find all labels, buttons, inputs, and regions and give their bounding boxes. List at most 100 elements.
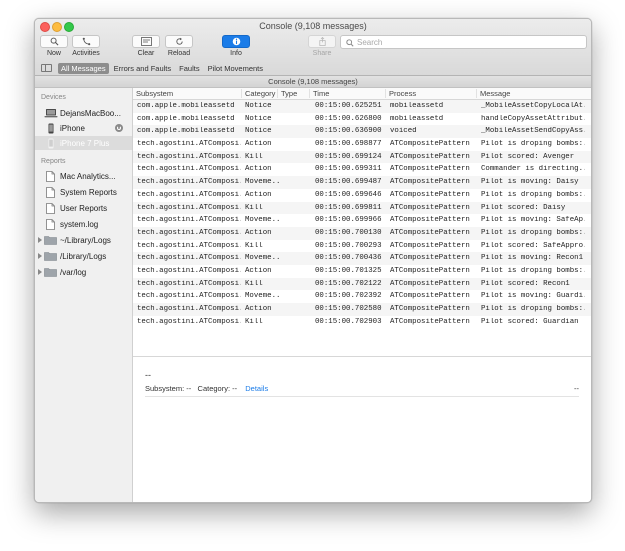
table-row[interactable]: tech.agostini.ATComposi... Kill 00:15:00.7… xyxy=(133,277,591,291)
category-cell: Moveme... xyxy=(245,292,279,301)
category-cell: Action xyxy=(245,305,272,313)
column-header-type[interactable]: Type xyxy=(277,89,297,98)
sidebar-item-mac-analytics[interactable]: Mac Analytics... xyxy=(35,169,132,183)
time-cell: 00:15:00.699646 xyxy=(315,190,382,199)
table-row[interactable]: tech.agostini.ATComposi... Kill 00:15:00.6… xyxy=(133,201,591,215)
category-cell: Action xyxy=(245,190,272,199)
table-row[interactable]: com.apple.mobileassetd Notice 00:15:00.626… xyxy=(133,113,591,126)
reload-icon xyxy=(175,37,183,45)
table-row[interactable]: tech.agostini.ATComposi... Moveme... 00:15… xyxy=(133,290,591,303)
category-cell: Action xyxy=(245,140,272,149)
sidebar-item-library-logs[interactable]: /Library/Logs xyxy=(35,249,132,263)
detail-divider xyxy=(145,396,579,397)
titlebar: Console (9,108 messages) Now Activities … xyxy=(35,19,591,76)
message-cell: handleCopyAssetAttribut... xyxy=(481,114,585,123)
filter-errors-and-faults[interactable]: Errors and Faults xyxy=(111,63,175,74)
table-row[interactable]: tech.agostini.ATComposi... Kill 00:15:00.7… xyxy=(133,316,591,329)
time-cell: 00:15:00.701325 xyxy=(315,266,382,275)
message-cell: Pilot is moving: Daisy xyxy=(481,178,579,187)
sidebar-item-label: /Library/Logs xyxy=(60,251,107,261)
process-cell: mobileassetd xyxy=(390,114,444,123)
details-link[interactable]: Details xyxy=(245,384,268,393)
subsystem-cell: tech.agostini.ATComposi... xyxy=(137,241,241,250)
column-header-category[interactable]: Category xyxy=(241,89,275,98)
time-cell: 00:15:00.702580 xyxy=(315,305,382,313)
document-icon xyxy=(46,202,55,214)
category-cell: Kill xyxy=(245,241,263,250)
table-row[interactable]: tech.agostini.ATComposi... Action 00:15:00… xyxy=(133,303,591,316)
process-cell: ATCompositePattern xyxy=(390,266,470,275)
category-cell: Action xyxy=(245,228,272,237)
reload-button[interactable] xyxy=(165,35,193,48)
search-field[interactable] xyxy=(340,35,587,49)
subsystem-cell: tech.agostini.ATComposi... xyxy=(137,254,241,263)
process-cell: voiced xyxy=(390,127,417,136)
sidebar-toggle-icon[interactable] xyxy=(41,64,52,72)
sidebar-item-label: Mac Analytics... xyxy=(60,171,116,181)
sidebar-item-mac[interactable]: DejansMacBoo... xyxy=(35,106,132,120)
clear-button[interactable] xyxy=(132,35,160,48)
now-button[interactable] xyxy=(40,35,68,48)
time-cell: 00:15:00.636900 xyxy=(315,127,382,136)
subsystem-label: Subsystem: xyxy=(145,384,185,393)
filter-all-messages[interactable]: All Messages xyxy=(58,62,109,74)
subsystem-cell: tech.agostini.ATComposi... xyxy=(137,266,241,275)
info-icon xyxy=(232,37,240,46)
table-row[interactable]: tech.agostini.ATComposi... Action 00:15:00… xyxy=(133,226,591,240)
disclosure-triangle-icon[interactable] xyxy=(38,269,42,275)
process-cell: ATCompositePattern xyxy=(390,254,470,263)
table-row[interactable]: tech.agostini.ATComposi... Action 00:15:00… xyxy=(133,189,591,202)
time-cell: 00:15:00.699811 xyxy=(315,203,382,212)
sidebar-item-iphone[interactable]: iPhone xyxy=(35,121,132,135)
table-row[interactable]: tech.agostini.ATComposi... Kill 00:15:00.7… xyxy=(133,240,591,253)
sidebar-item-label: iPhone 7 Plus xyxy=(60,138,110,148)
activities-button[interactable] xyxy=(72,35,100,48)
folder-icon xyxy=(44,268,57,277)
table-row[interactable]: tech.agostini.ATComposi... Action 00:15:00… xyxy=(133,138,591,151)
folder-icon xyxy=(44,236,57,245)
sidebar-item-user-reports[interactable]: User Reports xyxy=(35,201,132,215)
sidebar-item-system-reports[interactable]: System Reports xyxy=(35,185,132,199)
message-cell: _MobileAssetSendCopyAss... xyxy=(481,127,585,136)
message-cell: Pilot is moving: Recon1 xyxy=(481,254,584,263)
table-row[interactable]: tech.agostini.ATComposi... Kill 00:15:00.6… xyxy=(133,150,591,164)
message-cell: Pilot scored: Guardian xyxy=(481,317,579,326)
disclosure-triangle-icon[interactable] xyxy=(38,237,42,243)
disclosure-triangle-icon[interactable] xyxy=(38,253,42,259)
table-row[interactable]: tech.agostini.ATComposi... Action 00:15:00… xyxy=(133,265,591,278)
laptop-icon xyxy=(44,109,58,118)
time-cell: 00:15:00.700436 xyxy=(315,254,382,263)
process-cell: ATCompositePattern xyxy=(390,279,470,288)
column-header-time[interactable]: Time xyxy=(309,89,329,98)
table-row[interactable]: tech.agostini.ATComposi... Action 00:15:00… xyxy=(133,163,591,176)
clear-icon xyxy=(140,37,152,46)
time-cell: 00:15:00.625251 xyxy=(315,102,382,110)
category-cell: Moveme... xyxy=(245,178,279,187)
time-cell: 00:15:00.699487 xyxy=(315,178,382,187)
column-header-message[interactable]: Message xyxy=(476,89,510,98)
column-header-subsystem[interactable]: Subsystem xyxy=(136,89,173,98)
search-input[interactable] xyxy=(357,36,557,48)
column-header-process[interactable]: Process xyxy=(385,89,416,98)
subsystem-cell: tech.agostini.ATComposi... xyxy=(137,228,241,237)
table-row[interactable]: tech.agostini.ATComposi... Moveme... 00:15… xyxy=(133,176,591,189)
share-button[interactable] xyxy=(308,35,336,48)
category-label: Category: xyxy=(197,384,231,393)
filter-pilot-movements[interactable]: Pilot Movements xyxy=(205,63,266,74)
process-cell: mobileassetd xyxy=(390,102,444,110)
log-table[interactable]: com.apple.mobileassetd Notice 00:15:00.625… xyxy=(133,100,591,356)
table-row[interactable]: com.apple.mobileassetd Notice 00:15:00.625… xyxy=(133,100,591,113)
time-cell: 00:15:00.700293 xyxy=(315,241,382,250)
sidebar-item-iphone-7-plus[interactable]: iPhone 7 Plus xyxy=(35,136,132,150)
table-row[interactable]: tech.agostini.ATComposi... Moveme... 00:15… xyxy=(133,252,591,265)
category-cell: Kill xyxy=(245,279,263,288)
sidebar-item-var-log[interactable]: /var/log xyxy=(35,265,132,279)
sidebar-item-home-library-logs[interactable]: ~/Library/Logs xyxy=(35,233,132,247)
category-cell: Moveme... xyxy=(245,254,279,263)
sidebar-item-system-log[interactable]: system.log xyxy=(35,217,132,231)
info-button[interactable] xyxy=(222,35,250,48)
filter-faults[interactable]: Faults xyxy=(176,63,202,74)
table-row[interactable]: tech.agostini.ATComposi... Moveme... 00:15… xyxy=(133,214,591,227)
sidebar-item-label: User Reports xyxy=(60,203,108,213)
table-row[interactable]: com.apple.mobileassetd Notice 00:15:00.636… xyxy=(133,125,591,139)
